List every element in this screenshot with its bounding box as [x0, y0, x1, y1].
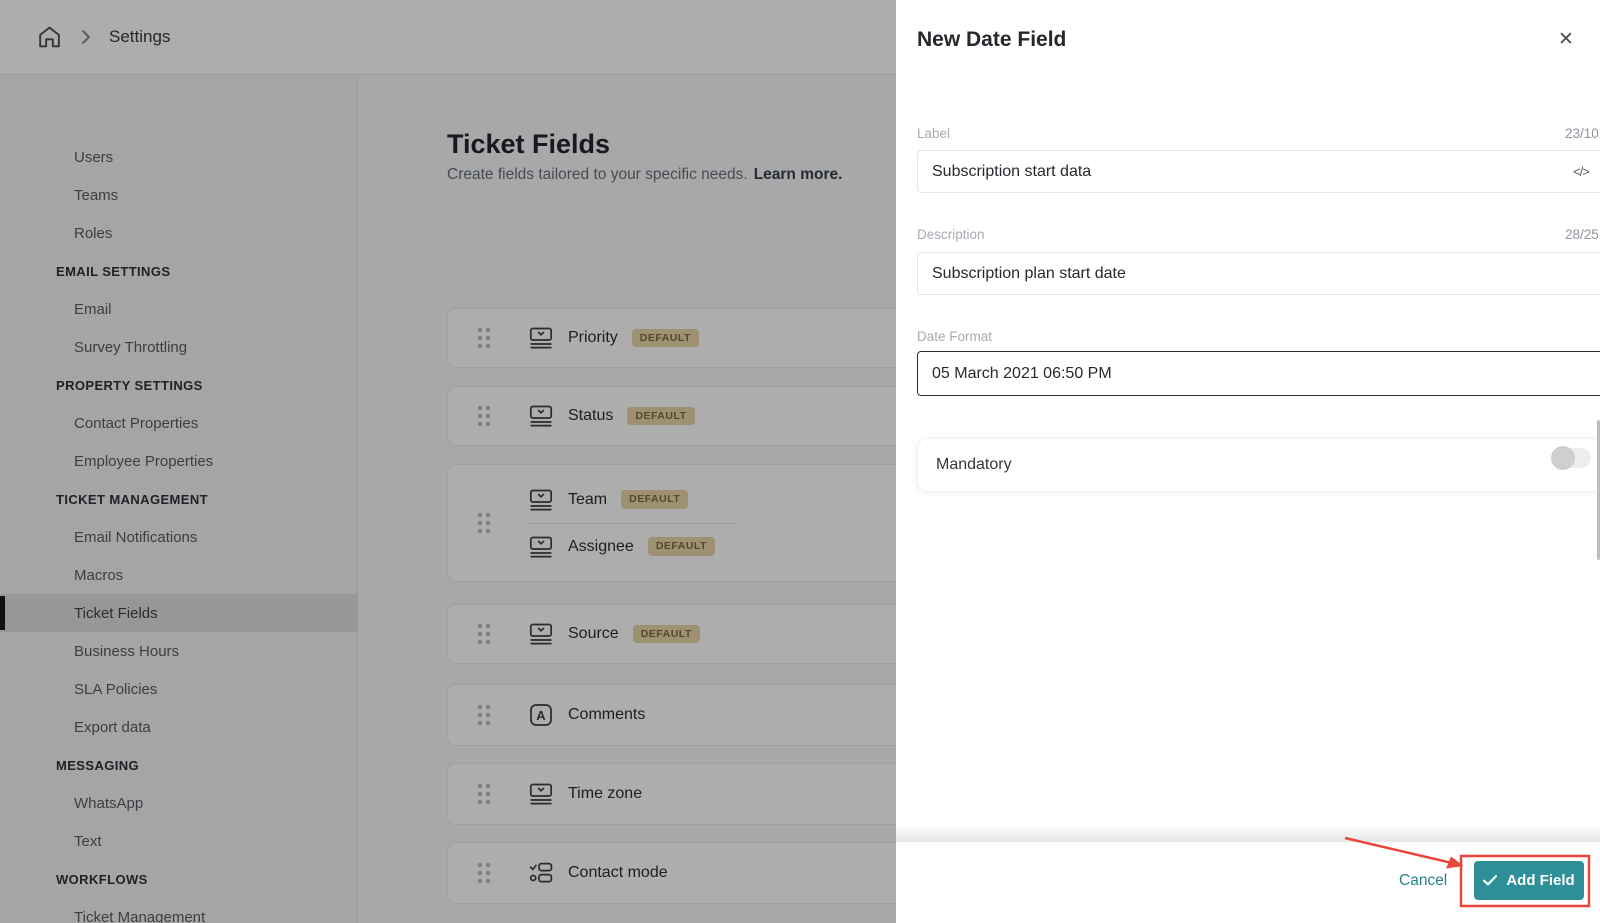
- cancel-button[interactable]: Cancel: [1399, 872, 1447, 890]
- drawer-footer: Cancel Add Field: [896, 842, 1600, 923]
- date-format-select[interactable]: 05 March 2021 06:50 PM: [917, 351, 1600, 396]
- label-input[interactable]: [917, 150, 1600, 193]
- description-input[interactable]: [917, 252, 1600, 295]
- close-icon[interactable]: ✕: [1554, 28, 1578, 52]
- label-char-counter: 23/10: [1565, 126, 1599, 141]
- modal-backdrop[interactable]: [0, 0, 896, 923]
- toggle-knob: [1551, 446, 1575, 470]
- description-char-counter: 28/25: [1565, 227, 1599, 242]
- new-date-field-drawer: New Date Field ✕ Label 23/10 </> Descrip…: [896, 0, 1600, 923]
- code-icon[interactable]: </>: [1573, 164, 1590, 179]
- mandatory-label: Mandatory: [936, 456, 1012, 473]
- date-format-value: 05 March 2021 06:50 PM: [932, 364, 1112, 382]
- add-field-button[interactable]: Add Field: [1474, 861, 1584, 900]
- footer-divider: [896, 824, 1600, 842]
- description-field-label: Description: [917, 227, 985, 242]
- mandatory-row: Mandatory: [917, 438, 1600, 492]
- mandatory-toggle[interactable]: [1551, 446, 1591, 470]
- check-icon: [1483, 875, 1498, 886]
- date-format-label: Date Format: [917, 329, 993, 344]
- label-field-label: Label: [917, 126, 951, 141]
- add-field-label: Add Field: [1506, 872, 1575, 889]
- drawer-title: New Date Field: [917, 28, 1067, 51]
